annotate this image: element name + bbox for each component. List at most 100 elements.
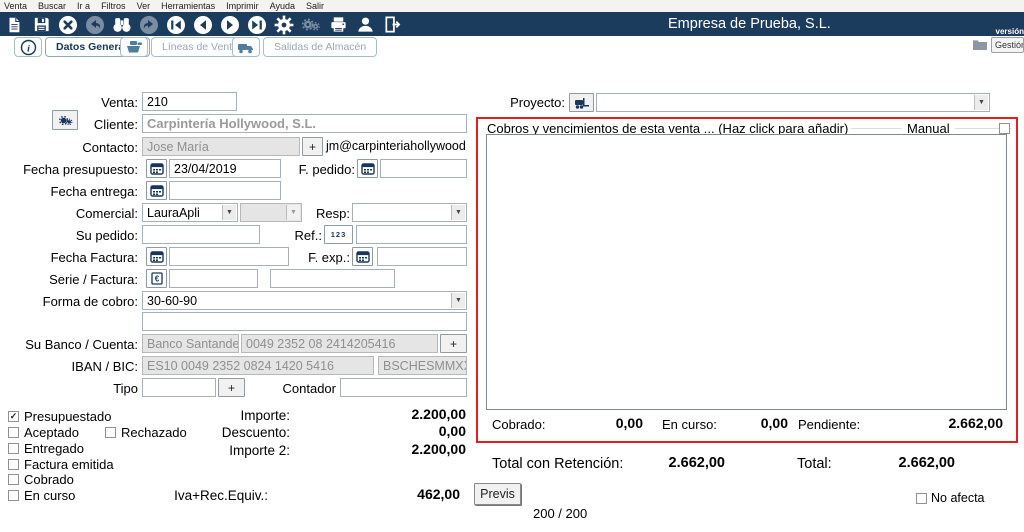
menu-item-buscar[interactable]: Buscar bbox=[38, 1, 66, 11]
menu-item-ver[interactable]: Ver bbox=[137, 1, 151, 11]
contacto-input[interactable]: Jose María bbox=[142, 137, 300, 156]
iban-input[interactable]: ES10 0049 2352 0824 1420 5416 bbox=[142, 356, 374, 375]
iva-value: 462,00 bbox=[360, 486, 460, 502]
fecha-entrega-input[interactable] bbox=[169, 181, 281, 200]
forma-cobro-select[interactable]: 30-60-90▼ bbox=[142, 291, 467, 310]
comercial-secondary-select[interactable]: ▼ bbox=[240, 203, 302, 222]
print-icon[interactable] bbox=[328, 15, 348, 35]
search-binoculars-icon[interactable] bbox=[112, 15, 132, 35]
fecha-factura-input[interactable] bbox=[169, 247, 289, 266]
contador-input[interactable] bbox=[340, 378, 467, 397]
menu-item-venta[interactable]: Venta bbox=[4, 1, 27, 11]
bic-input[interactable]: BSCHESMMXXX bbox=[378, 356, 467, 375]
next-record-icon[interactable] bbox=[220, 15, 240, 35]
add-contact-button[interactable]: + bbox=[302, 137, 323, 156]
add-tipo-button[interactable]: + bbox=[218, 378, 245, 397]
warehouse-truck-icon bbox=[232, 37, 260, 57]
factura-emitida-checkbox[interactable] bbox=[8, 459, 19, 470]
svg-text:i: i bbox=[27, 43, 30, 54]
save-icon[interactable] bbox=[31, 15, 51, 35]
menu-item-herramientas[interactable]: Herramientas bbox=[161, 1, 215, 11]
tipo-input[interactable] bbox=[142, 378, 216, 397]
f-exp-label: F. exp.: bbox=[285, 250, 350, 265]
cuenta-input[interactable]: 0049 2352 08 2414205416 bbox=[241, 334, 438, 353]
cliente-input[interactable]: Carpintería Hollywood, S.L. bbox=[142, 114, 467, 133]
fecha-presupuesto-label: Fecha presupuesto: bbox=[0, 162, 138, 177]
no-afecta-checkbox[interactable] bbox=[916, 493, 927, 504]
importe2-value: 2.200,00 bbox=[340, 441, 466, 457]
previous-record-icon[interactable] bbox=[193, 15, 213, 35]
proyecto-label: Proyecto: bbox=[480, 95, 565, 110]
gestion-documental-button[interactable]: Gestión docum bbox=[991, 37, 1024, 53]
f-pedido-input[interactable] bbox=[380, 159, 467, 178]
f-exp-calendar-button[interactable] bbox=[352, 247, 373, 266]
fecha-factura-calendar-button[interactable] bbox=[146, 247, 167, 266]
menu-item-salir[interactable]: Salir bbox=[306, 1, 324, 11]
menu-item-ayuda[interactable]: Ayuda bbox=[270, 1, 295, 11]
resp-select[interactable]: ▼ bbox=[352, 203, 467, 222]
settings-gear-icon[interactable] bbox=[274, 15, 294, 35]
pendiente-stat-value: 2.662,00 bbox=[873, 415, 1003, 431]
contacto-label: Contacto: bbox=[0, 140, 138, 155]
factura-input[interactable] bbox=[270, 269, 395, 288]
fecha-entrega-label: Fecha entrega: bbox=[0, 184, 138, 199]
ref-input[interactable] bbox=[356, 225, 467, 244]
importe-label: Importe: bbox=[150, 408, 290, 423]
tab-strip: i Datos Generales Líneas de Venta Salida… bbox=[0, 36, 1024, 58]
aceptado-checkbox[interactable] bbox=[8, 427, 19, 438]
forma-cobro-notes-input[interactable] bbox=[142, 312, 467, 331]
tab-salidas-de-almacen[interactable]: Salidas de Almacén bbox=[232, 37, 377, 57]
tab-lineas-de-venta[interactable]: Líneas de Venta bbox=[120, 37, 249, 57]
menu-item-imprimir[interactable]: Imprimir bbox=[226, 1, 259, 11]
tools-gears-icon[interactable] bbox=[301, 15, 321, 35]
f-pedido-calendar-button[interactable] bbox=[357, 159, 378, 178]
chevron-down-icon[interactable]: ▼ bbox=[222, 205, 236, 220]
cancel-icon[interactable] bbox=[58, 15, 78, 35]
serie-input[interactable] bbox=[169, 269, 258, 288]
no-afecta-label: No afecta bbox=[931, 491, 985, 505]
su-banco-cuenta-label: Su Banco / Cuenta: bbox=[0, 337, 138, 352]
entregado-checkbox[interactable] bbox=[8, 443, 19, 454]
fecha-entrega-calendar-button[interactable] bbox=[146, 181, 167, 200]
chevron-down-icon[interactable]: ▼ bbox=[286, 205, 300, 220]
cobrado-checkbox[interactable] bbox=[8, 474, 19, 485]
en-curso-stat-value: 0,00 bbox=[723, 415, 788, 431]
cobros-list-area[interactable] bbox=[486, 134, 1007, 410]
total-value: 2.662,00 bbox=[845, 455, 955, 471]
previs-button[interactable]: Previs bbox=[474, 483, 521, 505]
menu-item-ir-a[interactable]: Ir a bbox=[77, 1, 90, 11]
proyecto-select[interactable]: ▼ bbox=[596, 93, 990, 112]
menu-item-filtros[interactable]: Filtros bbox=[101, 1, 126, 11]
ref-123-button[interactable]: 123 bbox=[324, 225, 353, 244]
redo-icon[interactable] bbox=[139, 15, 159, 35]
user-icon[interactable] bbox=[355, 15, 375, 35]
banco-input[interactable]: Banco Santander bbox=[142, 334, 239, 353]
last-record-icon[interactable] bbox=[247, 15, 267, 35]
fecha-factura-label: Fecha Factura: bbox=[0, 250, 138, 265]
calendar-icon bbox=[150, 162, 164, 175]
new-document-icon[interactable] bbox=[4, 15, 24, 35]
undo-icon[interactable] bbox=[85, 15, 105, 35]
chevron-down-icon[interactable]: ▼ bbox=[451, 293, 465, 308]
su-pedido-input[interactable] bbox=[142, 225, 260, 244]
chevron-down-icon[interactable]: ▼ bbox=[974, 95, 988, 110]
add-cuenta-button[interactable]: + bbox=[440, 334, 467, 353]
cobros-vencimientos-panel: Cobros y vencimientos de esta venta ... … bbox=[476, 117, 1018, 443]
f-exp-input[interactable] bbox=[377, 247, 467, 266]
importe2-label: Importe 2: bbox=[150, 443, 290, 458]
iban-bic-label: IBAN / BIC: bbox=[0, 359, 138, 374]
fecha-presupuesto-input[interactable]: 23/04/2019 bbox=[169, 159, 281, 178]
serie-factura-euro-button[interactable]: € bbox=[146, 269, 167, 288]
rechazado-checkbox[interactable] bbox=[105, 427, 116, 438]
project-forklift-icon bbox=[573, 97, 591, 109]
fecha-presupuesto-calendar-button[interactable] bbox=[146, 159, 167, 178]
proyecto-button[interactable] bbox=[569, 93, 594, 112]
chevron-down-icon[interactable]: ▼ bbox=[451, 205, 465, 220]
venta-input[interactable]: 210 bbox=[142, 92, 237, 111]
comercial-select[interactable]: LauraApli▼ bbox=[142, 203, 238, 222]
manual-checkbox[interactable] bbox=[999, 123, 1010, 134]
presupuestado-checkbox[interactable] bbox=[8, 411, 19, 422]
exit-icon[interactable] bbox=[382, 15, 402, 35]
first-record-icon[interactable] bbox=[166, 15, 186, 35]
en-curso-checkbox[interactable] bbox=[8, 490, 19, 501]
